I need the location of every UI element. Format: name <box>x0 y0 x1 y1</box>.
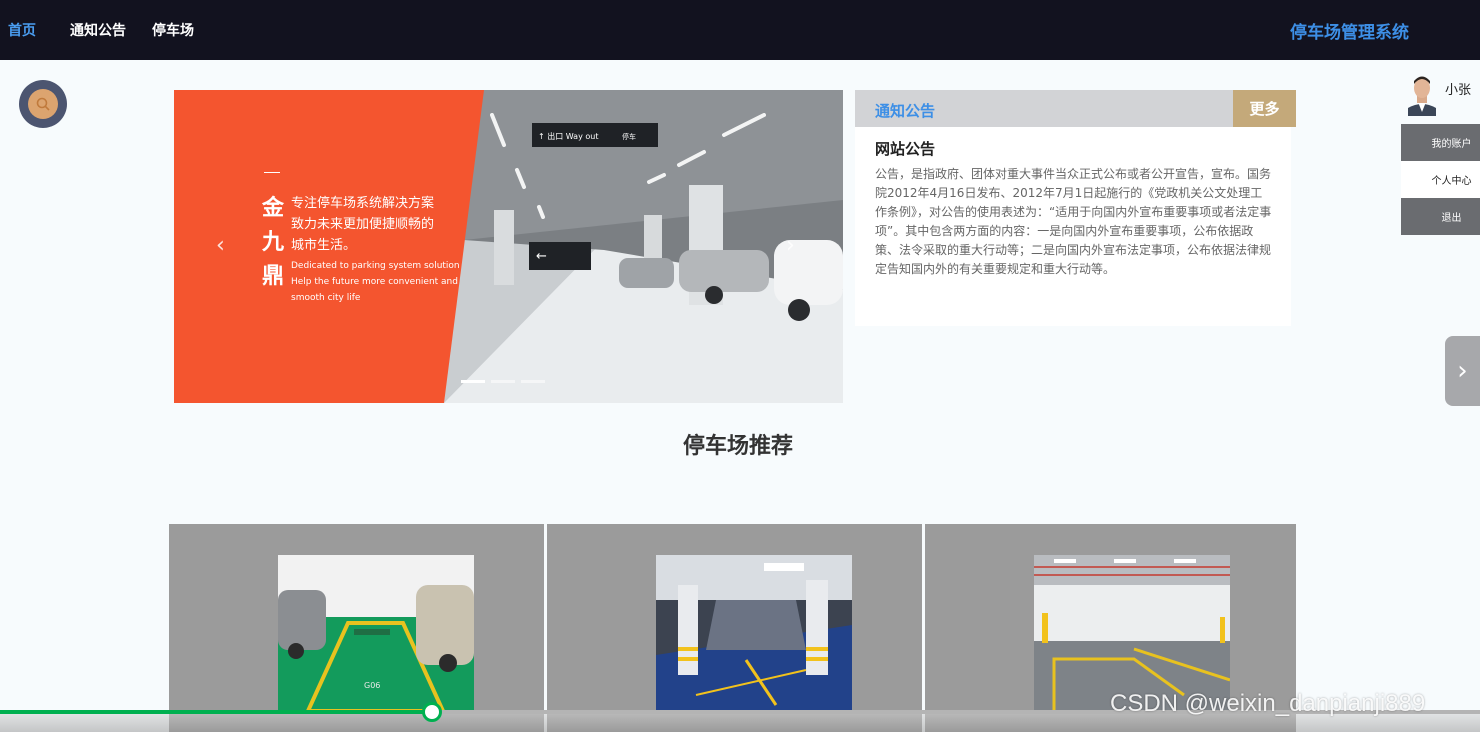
user-menu: 我的账户 个人中心 退出 <box>1401 124 1480 235</box>
video-progress-fill <box>0 710 433 714</box>
notice-header: 通知公告 更多 <box>855 90 1296 127</box>
parking-spot-label: G06 <box>364 681 380 690</box>
banner-prev-arrow[interactable]: ‹ <box>216 233 225 258</box>
banner-next-arrow[interactable]: › <box>786 233 795 258</box>
banner-divider <box>264 172 280 173</box>
user-name[interactable]: 小张 <box>1445 79 1471 98</box>
nav-parking[interactable]: 停车场 <box>152 20 194 40</box>
banner-indicator-1[interactable] <box>461 380 485 383</box>
banner-slogan-cn: 专注停车场系统解决方案 致力未来更加便捷顺畅的 城市生活。 <box>291 196 435 253</box>
chevron-right-icon: › <box>1457 356 1468 386</box>
notice-post-title[interactable]: 网站公告 <box>875 138 935 159</box>
parking-card-image <box>1034 555 1230 711</box>
notice-title: 通知公告 <box>875 102 936 120</box>
notice-body: 网站公告 公告，是指政府、团体对重大事件当众正式公布或者公开宣告，宣布。国务院2… <box>855 127 1291 326</box>
search-icon <box>28 89 58 119</box>
menu-logout[interactable]: 退出 <box>1401 198 1480 235</box>
banner-indicator-3[interactable] <box>521 380 545 383</box>
banner-indicator-2[interactable] <box>491 380 515 383</box>
banner-brand-logo: 金九鼎 <box>262 196 285 289</box>
section-title: 停车场推荐 <box>682 434 793 459</box>
watermark: CSDN @weixin_danpianji889 <box>1110 690 1426 717</box>
svg-text:↑ 出口 Way out: ↑ 出口 Way out <box>538 131 598 141</box>
notice-more-button[interactable]: 更多 <box>1233 90 1296 127</box>
nav-notices[interactable]: 通知公告 <box>70 20 126 40</box>
parking-card-2[interactable] <box>547 524 922 732</box>
parking-card-image <box>656 555 852 711</box>
search-button[interactable] <box>19 80 67 128</box>
side-next-button[interactable]: › <box>1445 336 1480 406</box>
svg-text:←: ← <box>536 249 547 264</box>
top-nav-bar: 首页 通知公告 停车场 停车场管理系统 <box>0 0 1480 60</box>
parking-card-1[interactable]: G06 <box>169 524 544 732</box>
banner-slogan-en: Dedicated to parking system solution Hel… <box>291 261 460 303</box>
parking-card-image: G06 <box>278 555 474 711</box>
nav-home[interactable]: 首页 <box>8 20 36 40</box>
site-title: 停车场管理系统 <box>1290 23 1409 43</box>
banner-carousel: ↑ 出口 Way out 停车 ← 金九鼎 专注停车场系统解决方案 致力未来更加… <box>174 90 843 403</box>
svg-text:停车: 停车 <box>622 132 636 141</box>
menu-my-account[interactable]: 我的账户 <box>1401 124 1480 161</box>
user-avatar[interactable] <box>1404 72 1440 116</box>
menu-personal-center[interactable]: 个人中心 <box>1401 161 1480 198</box>
notice-post-text: 公告，是指政府、团体对重大事件当众正式公布或者公开宣告，宣布。国务院2012年4… <box>875 167 1272 276</box>
banner-indicators <box>461 380 545 383</box>
